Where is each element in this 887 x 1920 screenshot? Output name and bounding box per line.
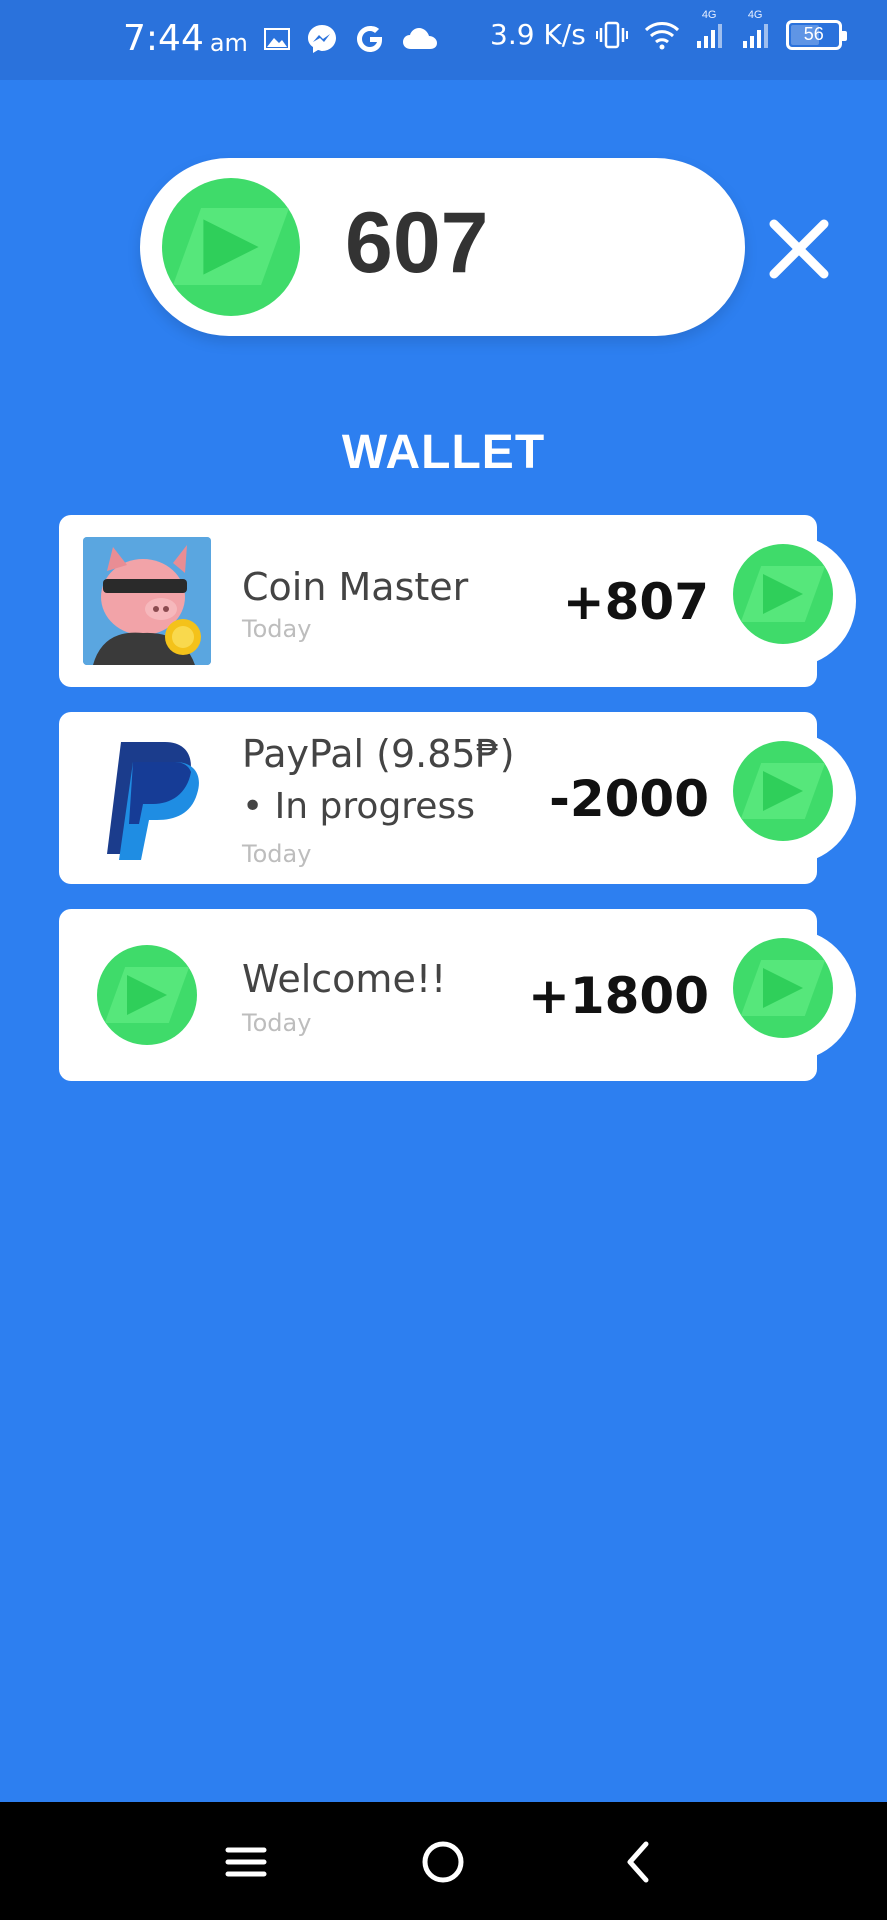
google-icon	[354, 23, 386, 55]
coin-icon	[733, 544, 833, 644]
page-title: WALLET	[341, 426, 546, 479]
back-button[interactable]	[610, 1832, 670, 1892]
wifi-icon	[644, 20, 680, 50]
coin-icon	[162, 178, 300, 316]
vibrate-icon	[595, 21, 628, 49]
transaction-date: Today	[242, 615, 312, 643]
coin-icon	[733, 741, 833, 841]
transaction-name: PayPal (9.85₱)	[242, 732, 515, 776]
network-type-label: 4G	[747, 8, 763, 21]
menu-icon	[225, 1847, 267, 1877]
close-icon	[769, 219, 829, 279]
transaction-amount: +807	[562, 573, 709, 631]
status-time: 7:44	[123, 18, 204, 59]
transaction-status: • In progress	[242, 786, 475, 827]
close-button[interactable]	[768, 218, 830, 280]
transaction-amount: -2000	[549, 770, 709, 828]
messenger-icon	[306, 23, 338, 55]
signal-icon: 4G	[696, 9, 726, 49]
transaction-card-paypal[interactable]: PayPal (9.85₱) • In progress Today -2000	[59, 712, 856, 884]
transaction-card-coin-master[interactable]: Coin Master Today +807	[59, 515, 856, 687]
cloud-icon	[402, 27, 438, 51]
home-icon	[422, 1841, 464, 1883]
coin-icon	[733, 938, 833, 1038]
battery-level: 56	[803, 24, 824, 44]
network-type-label: 4G	[701, 8, 717, 21]
transaction-date: Today	[242, 1009, 312, 1037]
network-speed: 3.9 K/s	[490, 18, 586, 51]
paypal-icon	[83, 734, 211, 862]
status-ampm: am	[209, 28, 248, 57]
transaction-date: Today	[242, 840, 312, 868]
coin-icon	[97, 945, 197, 1045]
coin-badge	[724, 535, 856, 667]
menu-button[interactable]	[216, 1832, 276, 1892]
battery-icon: 56	[785, 19, 847, 50]
transaction-card-welcome[interactable]: Welcome!! Today +1800	[59, 909, 856, 1081]
transaction-name: Welcome!!	[242, 957, 447, 1001]
transaction-name: Coin Master	[242, 565, 469, 609]
coin-icon-wrapper	[83, 931, 211, 1059]
coin-badge	[724, 929, 856, 1061]
status-bar: 7:44 am 3.9 K/s 4G 4G 56	[0, 0, 887, 80]
coin-badge	[724, 732, 856, 864]
signal-icon: 4G	[742, 9, 772, 49]
coin-master-pig-icon	[83, 537, 211, 665]
home-button[interactable]	[413, 1832, 473, 1892]
balance-pill: 607	[140, 158, 745, 336]
back-icon	[627, 1841, 649, 1883]
navigation-bar	[0, 1802, 887, 1920]
transaction-amount: +1800	[527, 967, 709, 1025]
balance-value: 607	[345, 195, 489, 291]
gallery-icon	[263, 27, 290, 50]
